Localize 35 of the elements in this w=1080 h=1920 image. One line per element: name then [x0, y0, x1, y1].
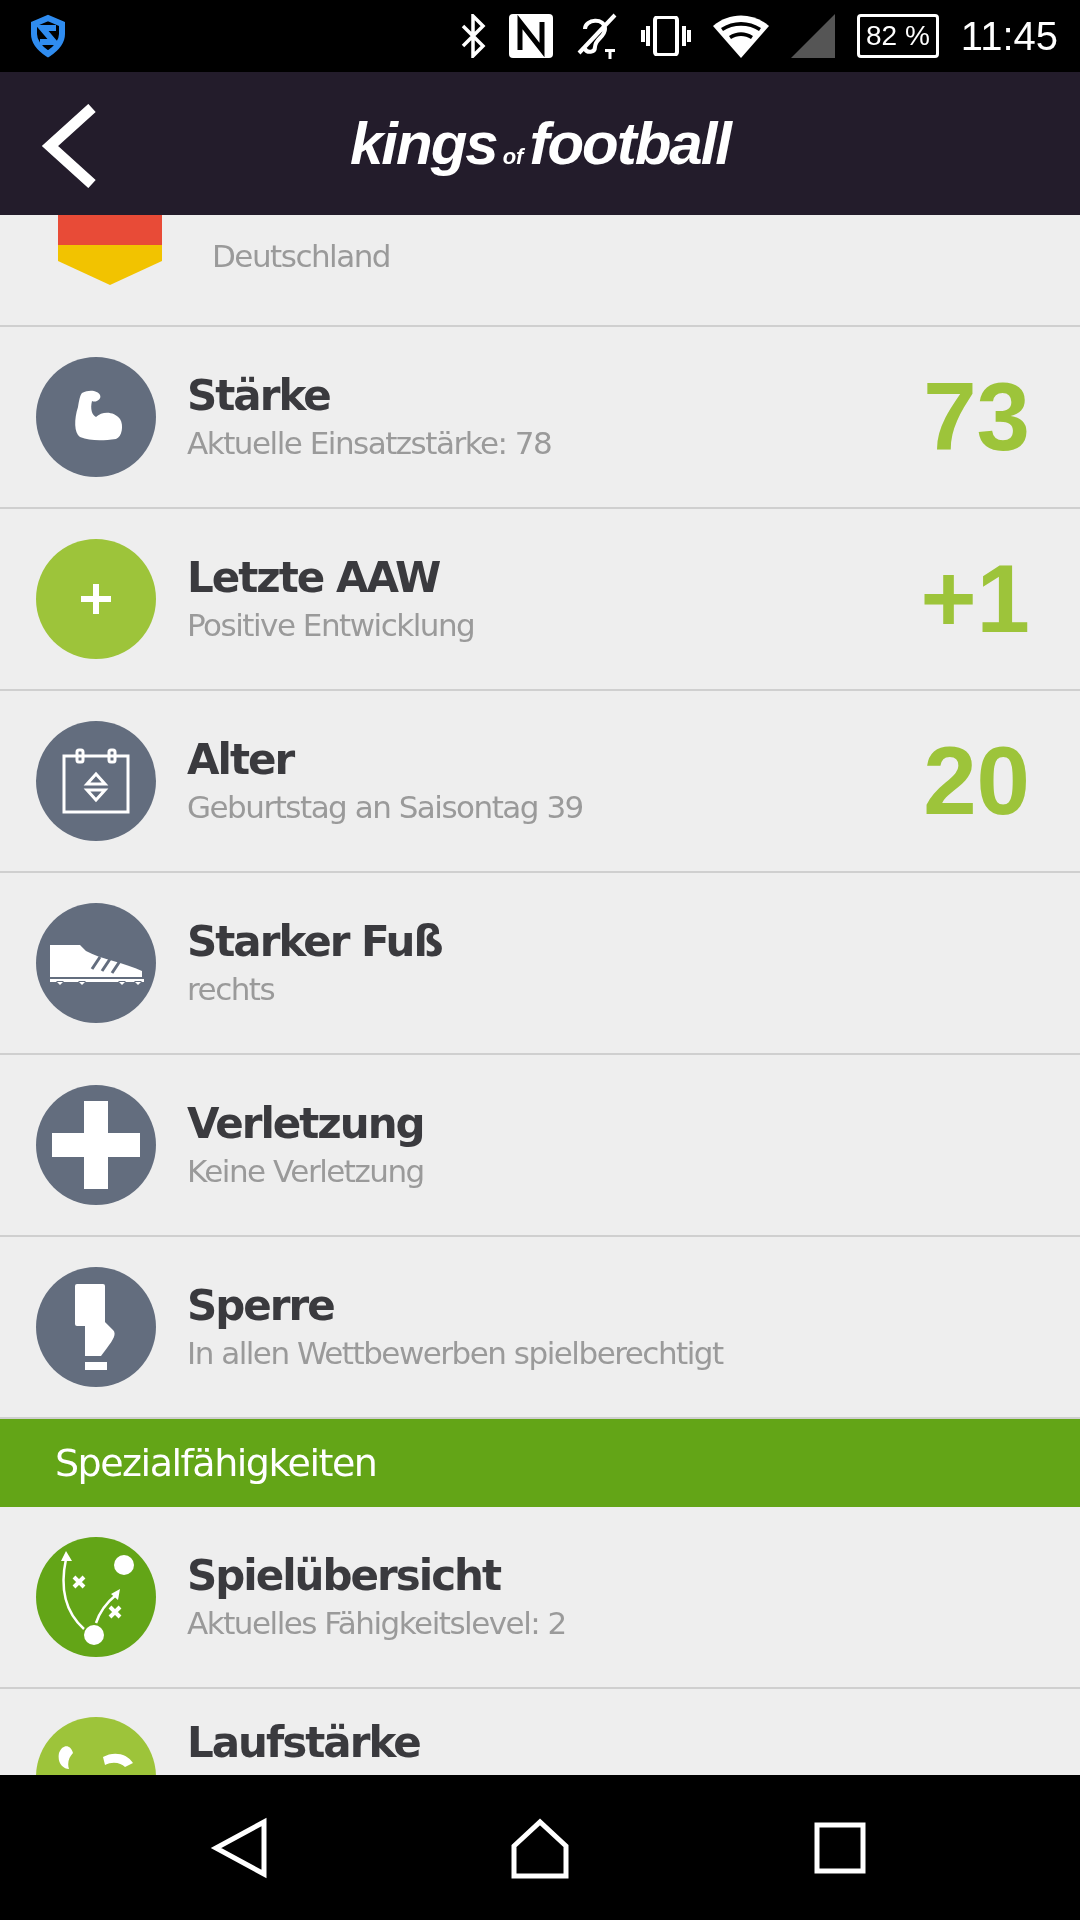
shield-icon — [28, 14, 68, 58]
flag-icon — [58, 215, 162, 285]
signal-icon — [791, 14, 836, 58]
row-subtitle: Positive Entwicklung — [187, 606, 476, 645]
logo-text: kings — [349, 109, 497, 178]
logo-text: of — [502, 144, 524, 170]
row-title: Letzte AAW — [187, 552, 441, 604]
row-subtitle: In allen Wettbewerben spielberechtigt — [187, 1334, 725, 1373]
row-title: Spielübersicht — [187, 1550, 502, 1602]
row-value: 20 — [923, 726, 1030, 836]
clock-time: 11:45 — [960, 13, 1058, 59]
calendar-icon — [61, 748, 131, 814]
row-title: Stärke — [187, 370, 331, 422]
cross-icon — [52, 1101, 140, 1189]
row-title: Laufstärke — [187, 1717, 421, 1769]
row-value: 73 — [923, 362, 1030, 472]
row-title: Starker Fuß — [187, 916, 443, 968]
nationality-value: Deutschland — [212, 237, 391, 276]
row-title: Alter — [187, 734, 295, 786]
section-header: Spezialfähigkeiten — [0, 1419, 1080, 1507]
row-subtitle: rechts — [187, 970, 276, 1009]
row-title: Sperre — [187, 1280, 335, 1332]
vibrate-icon — [641, 16, 692, 56]
wifi-icon — [713, 14, 770, 58]
row-subtitle: Geburtstag an Saisontag 39 — [187, 788, 584, 827]
row-subtitle: Keine Verletzung — [187, 1152, 425, 1191]
row-subtitle: Aktuelles Fähigkeitslevel: 2 — [187, 1604, 567, 1643]
row-title: Verletzung — [187, 1098, 425, 1150]
plus-icon — [81, 584, 111, 614]
battery-level: 82 % — [857, 14, 939, 58]
logo-text: football — [529, 109, 731, 178]
row-subtitle: Aktuelle Einsatzstärke: 78 — [187, 424, 553, 463]
bluetooth-icon — [461, 14, 488, 58]
nfc-icon — [509, 14, 554, 58]
row-value: +1 — [920, 544, 1030, 654]
